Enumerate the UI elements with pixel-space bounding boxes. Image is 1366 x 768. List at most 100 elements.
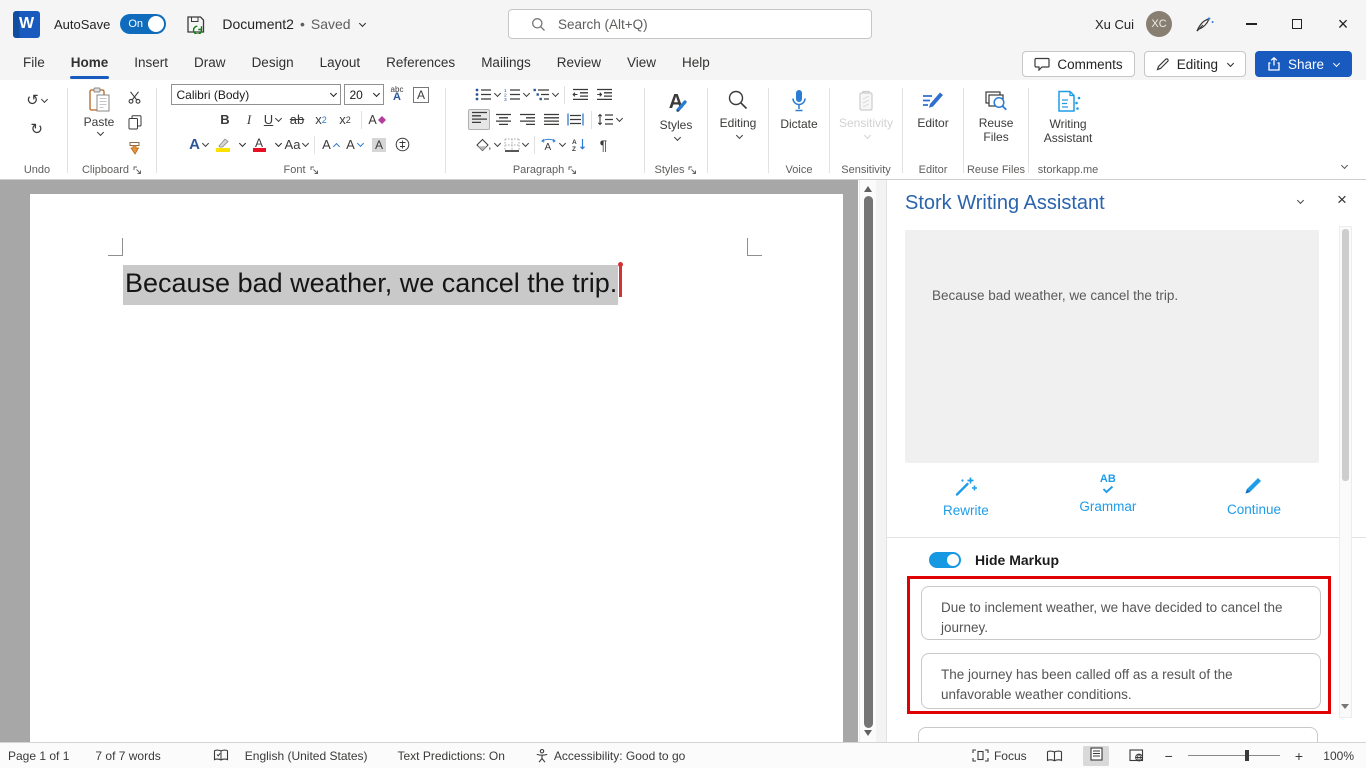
superscript-button[interactable]: x2: [335, 109, 356, 130]
text-effects-button[interactable]: A: [189, 134, 210, 155]
read-mode-button[interactable]: [1042, 746, 1068, 766]
underline-button[interactable]: U: [263, 109, 284, 130]
reuse-files-button[interactable]: Reuse Files: [971, 82, 1021, 145]
font-color-button[interactable]: A: [249, 134, 270, 155]
save-icon[interactable]: [186, 15, 206, 34]
align-left-button[interactable]: [467, 109, 490, 130]
numbering-button[interactable]: 123: [504, 84, 531, 105]
dialog-launcher-icon[interactable]: [688, 166, 697, 175]
italic-button[interactable]: I: [239, 109, 260, 130]
bold-button[interactable]: B: [215, 109, 236, 130]
editing-mode-button[interactable]: Editing: [1143, 51, 1246, 77]
align-center-button[interactable]: [493, 109, 514, 130]
panel-options-chevron-icon[interactable]: [1296, 196, 1305, 205]
grow-font-button[interactable]: A: [320, 134, 341, 155]
sort-button[interactable]: AZ: [569, 134, 590, 155]
share-button[interactable]: Share: [1254, 51, 1352, 77]
dictate-button[interactable]: Dictate: [774, 82, 824, 131]
minimize-button[interactable]: [1228, 1, 1274, 47]
zoom-in-button[interactable]: +: [1295, 748, 1303, 764]
maximize-button[interactable]: [1274, 1, 1320, 47]
highlight-color-button[interactable]: [213, 134, 234, 155]
shrink-font-button[interactable]: A: [344, 134, 365, 155]
shading-button[interactable]: [476, 134, 502, 155]
editor-button[interactable]: Editor: [908, 82, 958, 130]
dialog-launcher-icon[interactable]: [133, 166, 142, 175]
print-layout-button[interactable]: [1082, 745, 1109, 766]
document-scrollbar[interactable]: [859, 180, 876, 742]
text-predictions-indicator[interactable]: Text Predictions: On: [398, 749, 505, 763]
document-title[interactable]: Document2 • Saved: [222, 16, 366, 32]
character-border-button[interactable]: A: [411, 84, 432, 105]
hide-markup-toggle[interactable]: [929, 552, 961, 568]
document-text-line[interactable]: Because bad weather, we cancel the trip.: [123, 262, 623, 305]
proofing-icon[interactable]: [213, 749, 229, 762]
tab-draw[interactable]: Draw: [181, 48, 239, 80]
avatar[interactable]: XC: [1146, 11, 1172, 37]
zoom-slider[interactable]: [1187, 749, 1280, 761]
selected-text[interactable]: Because bad weather, we cancel the trip.: [123, 265, 619, 305]
tab-insert[interactable]: Insert: [121, 48, 181, 80]
strikethrough-button[interactable]: ab: [287, 109, 308, 130]
document-page[interactable]: Because bad weather, we cancel the trip.: [30, 194, 843, 742]
asian-layout-button[interactable]: A: [540, 134, 567, 155]
tab-help[interactable]: Help: [669, 48, 723, 80]
font-name-select[interactable]: Calibri (Body): [170, 84, 341, 105]
panel-close-icon[interactable]: ×: [1337, 190, 1347, 210]
word-logo-icon[interactable]: W: [13, 10, 40, 38]
rewrite-button[interactable]: Rewrite: [943, 474, 989, 532]
dialog-launcher-icon[interactable]: [568, 166, 577, 175]
word-count[interactable]: 7 of 7 words: [95, 749, 160, 763]
continue-button[interactable]: Continue: [1227, 474, 1281, 532]
subscript-button[interactable]: x2: [311, 109, 332, 130]
tab-view[interactable]: View: [614, 48, 669, 80]
user-name[interactable]: Xu Cui: [1095, 17, 1134, 32]
page-indicator[interactable]: Page 1 of 1: [8, 749, 69, 763]
borders-button[interactable]: [504, 134, 530, 155]
zoom-out-button[interactable]: −: [1165, 748, 1173, 764]
font-size-select[interactable]: 20: [343, 84, 384, 105]
panel-scrollbar-thumb[interactable]: [1342, 229, 1349, 481]
tab-references[interactable]: References: [373, 48, 468, 80]
decrease-indent-button[interactable]: [570, 84, 591, 105]
character-shading-button[interactable]: A: [368, 134, 389, 155]
focus-button[interactable]: Focus: [972, 749, 1027, 763]
cut-button[interactable]: [124, 87, 145, 108]
justify-button[interactable]: [541, 109, 562, 130]
multilevel-list-button[interactable]: [533, 84, 560, 105]
panel-scrollbar[interactable]: [1339, 226, 1352, 718]
tab-file[interactable]: File: [10, 48, 58, 80]
align-right-button[interactable]: [517, 109, 538, 130]
dialog-launcher-icon[interactable]: [310, 166, 319, 175]
web-layout-button[interactable]: [1124, 746, 1150, 766]
writing-assistant-button[interactable]: Writing Assistant: [1040, 82, 1097, 146]
phonetic-guide-button[interactable]: abc A: [387, 84, 408, 105]
increase-indent-button[interactable]: [594, 84, 615, 105]
collapse-ribbon-chevron-icon[interactable]: [1340, 161, 1349, 170]
accessibility-status[interactable]: Accessibility: Good to go: [535, 748, 685, 763]
suggestion-card[interactable]: Due to inclement weather, we have decide…: [921, 586, 1321, 640]
tab-mailings[interactable]: Mailings: [468, 48, 544, 80]
search-input[interactable]: Search (Alt+Q): [508, 9, 872, 39]
distribute-text-button[interactable]: [565, 109, 586, 130]
close-button[interactable]: ×: [1320, 1, 1366, 47]
assistant-text-input[interactable]: Because bad weather, we cancel the trip.: [905, 230, 1319, 463]
clear-formatting-button[interactable]: A: [367, 109, 388, 130]
quill-sparkle-icon[interactable]: [1194, 15, 1214, 34]
bullets-button[interactable]: [475, 84, 502, 105]
editing-button[interactable]: Editing: [713, 82, 763, 140]
enclose-characters-button[interactable]: [392, 134, 413, 155]
scrollbar-thumb[interactable]: [864, 196, 873, 728]
zoom-level[interactable]: 100%: [1318, 749, 1354, 763]
tab-home[interactable]: Home: [58, 48, 122, 80]
change-case-button[interactable]: Aa: [285, 134, 310, 155]
grammar-button[interactable]: AB Grammar: [1079, 474, 1136, 532]
styles-button[interactable]: A Styles: [651, 82, 701, 142]
tab-layout[interactable]: Layout: [307, 48, 374, 80]
zoom-slider-thumb[interactable]: [1244, 749, 1249, 761]
format-painter-button[interactable]: [124, 137, 145, 158]
autosave-toggle[interactable]: On: [120, 14, 167, 34]
line-spacing-button[interactable]: [597, 109, 623, 130]
panel-scroll-down-arrow-icon[interactable]: [1341, 704, 1349, 713]
redo-button[interactable]: ↻: [26, 119, 47, 140]
